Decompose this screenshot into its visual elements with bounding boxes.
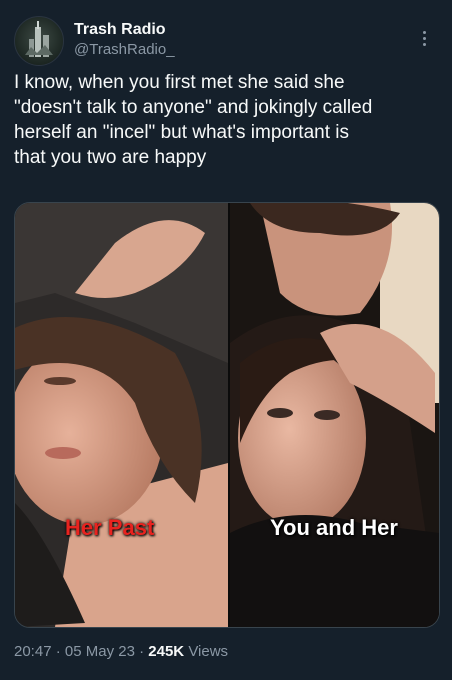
tweet-text: I know, when you first met she said she … (14, 70, 438, 170)
tweet-text-line: that you two are happy (14, 147, 207, 168)
left-caption: Her Past (65, 515, 155, 540)
tweet-text-line: "doesn't talk to anyone" and jokingly ca… (14, 97, 373, 118)
author-names: Trash Radio @TrashRadio_ (74, 20, 175, 60)
meta-separator: · (55, 643, 61, 660)
author-handle[interactable]: @TrashRadio_ (74, 40, 175, 60)
tweet-media[interactable]: Her Past You and Her (14, 202, 440, 628)
avatar[interactable] (14, 16, 64, 66)
tweet-date[interactable]: 05 May 23 (65, 643, 135, 660)
meta-separator: · (139, 643, 145, 660)
more-options-icon[interactable] (414, 26, 434, 50)
tweet-text-line: I know, when you first met she said she (14, 72, 345, 93)
tweet-time[interactable]: 20:47 (14, 643, 52, 660)
views-count: 245K (148, 643, 185, 660)
media-panel-left: Her Past (15, 203, 228, 627)
views-label: Views (188, 643, 229, 660)
right-caption: You and Her (270, 515, 398, 540)
media-panel-right: You and Her (230, 203, 439, 627)
tweet-header: Trash Radio @TrashRadio_ (14, 16, 438, 66)
left-photo (15, 203, 228, 627)
tweet-metadata: 20:47 · 05 May 23 · 245K Views (14, 643, 228, 660)
right-photo (230, 203, 439, 627)
author-display-name[interactable]: Trash Radio (74, 20, 175, 40)
tweet-text-line: herself an "incel" but what's important … (14, 122, 349, 143)
city-tower-avatar-icon (25, 21, 53, 57)
